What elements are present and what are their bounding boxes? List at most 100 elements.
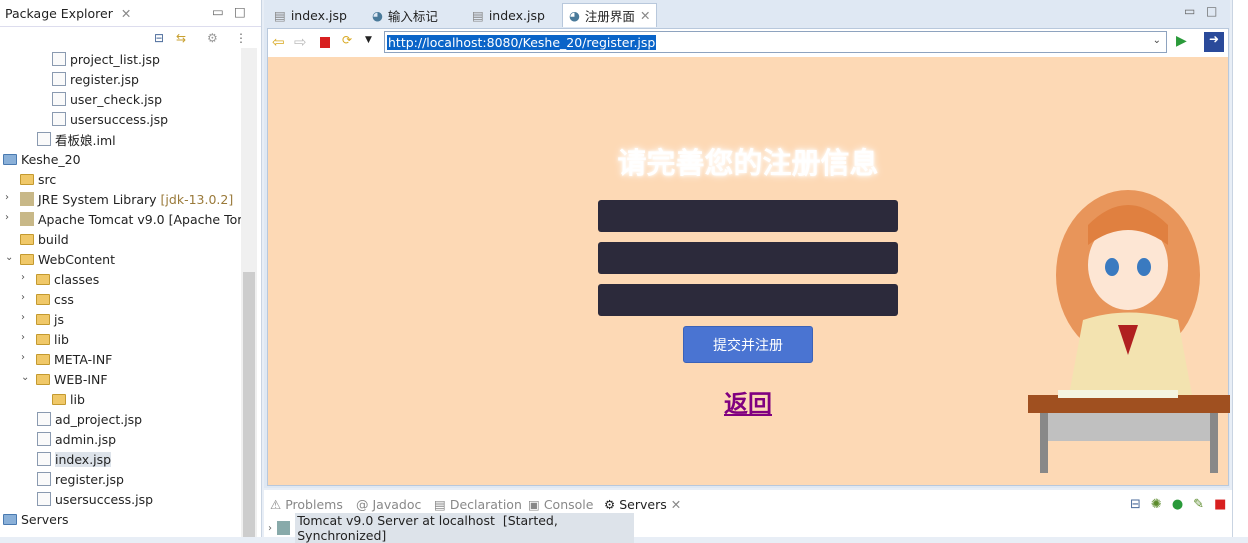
- tree-item[interactable]: classes: [36, 269, 99, 289]
- project-icon: [3, 513, 17, 525]
- stop-icon[interactable]: [320, 37, 330, 48]
- tree-item[interactable]: index.jsp: [37, 449, 112, 469]
- bottom-tab[interactable]: @ Javadoc: [356, 497, 421, 512]
- submit-register-button[interactable]: 提交并注册: [683, 326, 813, 363]
- refresh-icon[interactable]: ⟳: [342, 33, 352, 47]
- tree-item-label: usersuccess.jsp: [55, 491, 154, 507]
- declaration-icon: ▤: [434, 497, 446, 512]
- collapse-all-icon[interactable]: ⊟: [154, 31, 164, 45]
- jsp-file-icon: [37, 492, 51, 506]
- tree-item-label: Keshe_20: [21, 151, 81, 167]
- chevron-right-icon[interactable]: ›: [268, 523, 272, 534]
- stop-server-icon[interactable]: ■: [1214, 497, 1226, 512]
- url-input[interactable]: http://localhost:8080/Keshe_20/register.…: [384, 31, 1167, 53]
- tree-item[interactable]: JRE System Library [jdk-13.0.2]: [20, 189, 233, 209]
- tree-item[interactable]: lib: [36, 329, 69, 349]
- tree-item[interactable]: admin.jsp: [37, 429, 116, 449]
- filter-icon[interactable]: ⚙: [207, 31, 218, 45]
- back-link[interactable]: 返回: [700, 384, 796, 419]
- tab-label: index.jsp: [488, 7, 545, 23]
- chevron-right-icon[interactable]: ›: [21, 332, 25, 343]
- maximize-icon[interactable]: □: [1206, 4, 1217, 18]
- tree-item-label: lib: [70, 391, 85, 407]
- tab-label: index.jsp: [290, 7, 347, 23]
- confirm-password-input[interactable]: [598, 284, 898, 316]
- chevron-right-icon[interactable]: ›: [5, 192, 9, 203]
- tree-item-label: project_list.jsp: [70, 51, 160, 67]
- view-menu-icon[interactable]: ⋮: [235, 31, 247, 45]
- editor-tab[interactable]: ▤ index.jsp: [268, 3, 353, 27]
- start-server-icon[interactable]: ●: [1172, 497, 1183, 512]
- collapse-icon[interactable]: ⊟: [1130, 497, 1141, 512]
- tree-item-label: WEB-INF: [54, 371, 108, 387]
- tree-item[interactable]: WebContent: [20, 249, 115, 269]
- minimize-icon[interactable]: ▭: [212, 4, 224, 19]
- chevron-right-icon[interactable]: ›: [21, 312, 25, 323]
- tree-item[interactable]: Servers: [3, 509, 69, 529]
- folder-icon: [20, 253, 34, 265]
- link-editor-icon[interactable]: ⇆: [176, 31, 186, 45]
- tree-item[interactable]: project_list.jsp: [52, 49, 160, 69]
- tree-item-label: lib: [54, 331, 69, 347]
- tree-item[interactable]: user_check.jsp: [52, 89, 162, 109]
- profile-icon[interactable]: ✎: [1193, 497, 1204, 512]
- chevron-down-icon[interactable]: ⌄: [21, 372, 29, 383]
- editor-tab[interactable]: ◕ 输入标记: [366, 3, 444, 27]
- tree-item-label: register.jsp: [70, 71, 139, 87]
- tree-item[interactable]: build: [20, 229, 69, 249]
- folder-icon: [36, 333, 50, 345]
- tree-item[interactable]: register.jsp: [52, 69, 139, 89]
- chevron-down-icon[interactable]: ⌄: [5, 252, 13, 263]
- chevron-right-icon[interactable]: ›: [21, 292, 25, 303]
- editor-tab[interactable]: ▤ index.jsp: [466, 3, 551, 27]
- open-external-icon[interactable]: ➜: [1204, 32, 1224, 52]
- package-explorer-title[interactable]: Package Explorer: [5, 6, 113, 21]
- debug-icon[interactable]: ✺: [1151, 497, 1162, 512]
- jsp-file-icon: [52, 112, 66, 126]
- tab-label: Declaration: [449, 497, 522, 512]
- tree-item-label: usersuccess.jsp: [70, 111, 169, 127]
- tree-item[interactable]: css: [36, 289, 74, 309]
- tree-item[interactable]: src: [20, 169, 56, 189]
- bottom-tab[interactable]: ⚠ Problems: [270, 497, 343, 512]
- minimize-icon[interactable]: ▭: [1184, 4, 1195, 18]
- tree-item[interactable]: 看板娘.iml: [37, 129, 116, 149]
- tree-item[interactable]: Apache Tomcat v9.0 [Apache Tomc: [20, 209, 256, 229]
- tab-label: 注册界面: [584, 9, 635, 24]
- bottom-tab[interactable]: ⚙ Servers ✕: [604, 497, 682, 512]
- tree-item[interactable]: js: [36, 309, 64, 329]
- folder-icon: [36, 313, 50, 325]
- bottom-tab[interactable]: ▤ Declaration: [434, 497, 522, 512]
- tree-item[interactable]: WEB-INF: [36, 369, 108, 389]
- close-icon[interactable]: ✕: [640, 8, 650, 23]
- bottom-tab[interactable]: ▣ Console: [528, 497, 593, 512]
- tree-item[interactable]: META-INF: [36, 349, 112, 369]
- username-input[interactable]: [598, 200, 898, 232]
- url-text[interactable]: http://localhost:8080/Keshe_20/register.…: [387, 34, 657, 50]
- maximize-icon[interactable]: □: [234, 4, 246, 19]
- forward-icon[interactable]: ⇨: [294, 33, 307, 51]
- chevron-right-icon[interactable]: ›: [21, 352, 25, 363]
- tree-item[interactable]: ad_project.jsp: [37, 409, 142, 429]
- password-input[interactable]: [598, 242, 898, 274]
- tree-item[interactable]: lib: [52, 389, 85, 409]
- close-icon[interactable]: ✕: [671, 497, 681, 512]
- tree-item[interactable]: usersuccess.jsp: [37, 489, 153, 509]
- globe-icon: ◕: [372, 7, 383, 23]
- tree-item[interactable]: usersuccess.jsp: [52, 109, 168, 129]
- tree-item[interactable]: register.jsp: [37, 469, 124, 489]
- page-title: 请完善您的注册信息: [617, 146, 879, 180]
- tree-item[interactable]: Keshe_20: [3, 149, 81, 169]
- go-icon[interactable]: ▶: [1176, 33, 1187, 49]
- chevron-right-icon[interactable]: ›: [5, 212, 9, 223]
- close-icon[interactable]: ✕: [121, 6, 131, 21]
- dropdown-icon[interactable]: ▼: [365, 35, 372, 45]
- scrollbar-thumb[interactable]: [243, 272, 255, 537]
- chevron-right-icon[interactable]: ›: [21, 272, 25, 283]
- server-row[interactable]: › Tomcat v9.0 Server at localhost [Start…: [268, 513, 634, 543]
- file-icon: ▤: [472, 7, 484, 23]
- javadoc-icon: @: [356, 497, 369, 512]
- chevron-down-icon[interactable]: ⌄: [1152, 35, 1162, 46]
- editor-tab[interactable]: ◕ 注册界面 ✕: [562, 3, 658, 27]
- back-icon[interactable]: ⇦: [272, 33, 285, 51]
